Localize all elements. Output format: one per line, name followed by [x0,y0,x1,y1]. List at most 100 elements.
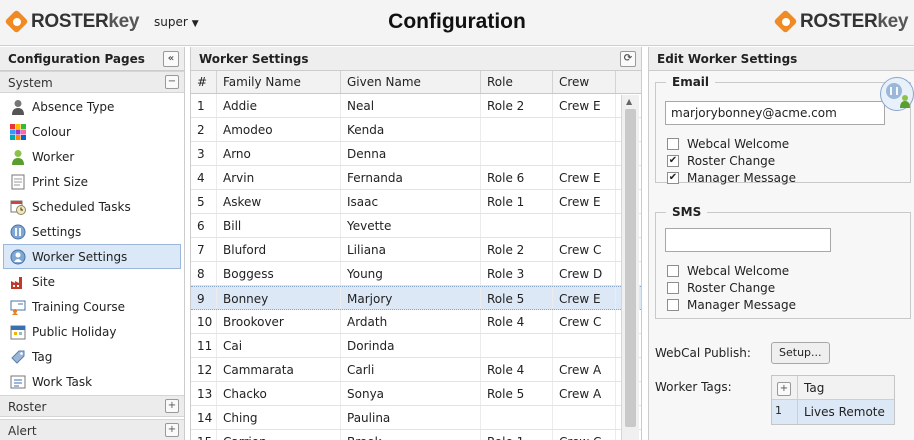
column-header[interactable]: Role [481,71,553,93]
family-name-cell: Bonney [217,287,341,309]
nav-absence-type[interactable]: Absence Type [0,94,184,119]
given-name-cell: Young [341,262,481,285]
nav-public-holiday[interactable]: Public Holiday [0,319,184,344]
table-row[interactable]: 1 Addie Neal Role 2 Crew E [191,94,641,118]
nav-colour[interactable]: Colour [0,119,184,144]
column-header[interactable]: Crew [553,71,616,93]
table-row[interactable]: 4 Arvin Fernanda Role 6 Crew E [191,166,641,190]
table-row[interactable]: 13 Chacko Sonya Role 5 Crew A [191,382,641,406]
sms-field[interactable] [665,228,831,252]
row-number-cell: 12 [191,358,217,381]
table-row[interactable]: 6 Bill Yevette [191,214,641,238]
table-row[interactable]: 12 Cammarata Carli Role 4 Crew A [191,358,641,382]
family-name-cell: Cammarata [217,358,341,381]
nav-worker-settings[interactable]: Worker Settings [3,244,181,269]
row-number-cell: 5 [191,190,217,213]
checkbox-icon[interactable] [667,138,679,150]
role-cell [481,406,553,429]
crew-cell: Crew C [553,238,616,261]
grid-scrollbar[interactable]: ▲ [621,95,639,440]
worker-settings-badge-icon [880,77,914,111]
email-roster-change-checkbox[interactable]: ✔ Roster Change [667,154,775,168]
collapse-left-icon[interactable]: « [163,51,179,67]
row-number-cell: 2 [191,118,217,141]
scroll-up-icon[interactable]: ▲ [626,97,632,106]
worker-settings-panel: Worker Settings ⟳ # Family Name Given Na… [190,47,642,440]
rosterkey-logo-right: ROSTERkey [774,10,908,34]
rosterkey-logo-icon [774,10,798,34]
nav-training-course[interactable]: Training Course [0,294,184,319]
tags-table-header: + Tag [772,376,894,400]
table-row[interactable]: 9 Bonney Marjory Role 5 Crew E [191,286,641,310]
role-cell [481,142,553,165]
accordion-roster[interactable]: Roster + [0,395,184,417]
table-row[interactable]: 5 Askew Isaac Role 1 Crew E [191,190,641,214]
checkbox-checked-icon[interactable]: ✔ [667,155,679,167]
table-row[interactable]: 8 Boggess Young Role 3 Crew D [191,262,641,286]
table-row[interactable]: 15CarrionBrookRole 1Crew C [191,430,641,440]
nav-settings[interactable]: Settings [0,219,184,244]
accordion-alert[interactable]: Alert + [0,419,184,440]
row-number: 1 [772,400,798,424]
role-cell: Role 5 [481,287,553,309]
panel-title: Configuration Pages [8,52,145,66]
checkbox-icon[interactable] [667,299,679,311]
tag-icon [10,349,26,365]
factory-icon [10,274,26,290]
nav-print-size[interactable]: Print Size [0,169,184,194]
family-name-cell: Addie [217,94,341,117]
checkbox-icon[interactable] [667,282,679,294]
email-field[interactable] [665,101,885,125]
given-name-cell: Brook [341,430,481,440]
table-row[interactable]: 11 Cai Dorinda [191,334,641,358]
family-name-cell: Brookover [217,310,341,333]
family-name-cell: Cai [217,334,341,357]
accordion-system[interactable]: System − [0,71,184,93]
column-header[interactable]: # [191,71,217,93]
email-webcal-welcome-checkbox[interactable]: Webcal Welcome [667,137,789,151]
role-cell: Role 5 [481,382,553,405]
row-number-cell: 14 [191,406,217,429]
given-name-cell: Dorinda [341,334,481,357]
training-icon [10,299,26,315]
grid-header: # Family Name Given Name Role Crew [191,71,641,94]
setup-button[interactable]: Setup... [771,342,830,364]
worker-grid: # Family Name Given Name Role Crew 1 Addi… [191,71,641,440]
given-name-cell: Ardath [341,310,481,333]
sms-manager-message-checkbox[interactable]: Manager Message [667,298,796,312]
table-row[interactable]: 1 Lives Remote [772,400,894,424]
expand-icon[interactable]: + [165,399,179,413]
nav-scheduled-tasks[interactable]: Scheduled Tasks [0,194,184,219]
nav-work-task[interactable]: Work Task [0,369,184,394]
expand-icon[interactable]: + [165,423,179,437]
table-row[interactable]: 2 Amodeo Kenda [191,118,641,142]
scroll-thumb[interactable] [625,109,636,427]
nav-worker[interactable]: Worker [0,144,184,169]
worker-tags-table: + Tag 1 Lives Remote [771,375,895,425]
calendar-icon [10,324,26,340]
nav-site[interactable]: Site [0,269,184,294]
panel-title: Worker Settings [199,52,309,66]
crew-cell: Crew E [553,287,616,309]
column-header[interactable]: Tag [798,376,830,399]
table-row[interactable]: 7 Bluford Liliana Role 2 Crew C [191,238,641,262]
sms-webcal-welcome-checkbox[interactable]: Webcal Welcome [667,264,789,278]
collapse-icon[interactable]: − [165,75,179,89]
table-row[interactable]: 10 Brookover Ardath Role 4 Crew C [191,310,641,334]
refresh-icon[interactable]: ⟳ [620,51,636,67]
sms-roster-change-checkbox[interactable]: Roster Change [667,281,775,295]
add-tag-icon[interactable]: + [777,382,791,396]
nav-tag[interactable]: Tag [0,344,184,369]
row-number-cell: 1 [191,94,217,117]
edit-worker-settings-panel: Edit Worker Settings Email Webcal Welcom… [648,47,914,440]
column-header[interactable]: Given Name [341,71,481,93]
email-manager-message-checkbox[interactable]: ✔ Manager Message [667,171,796,185]
checkbox-checked-icon[interactable]: ✔ [667,172,679,184]
app-header: ROSTERkey super ▼ Configuration ROSTERkey [0,0,914,46]
checkbox-icon[interactable] [667,265,679,277]
given-name-cell: Fernanda [341,166,481,189]
given-name-cell: Carli [341,358,481,381]
table-row[interactable]: 3 Arno Denna [191,142,641,166]
table-row[interactable]: 14 Ching Paulina [191,406,641,430]
column-header[interactable]: Family Name [217,71,341,93]
